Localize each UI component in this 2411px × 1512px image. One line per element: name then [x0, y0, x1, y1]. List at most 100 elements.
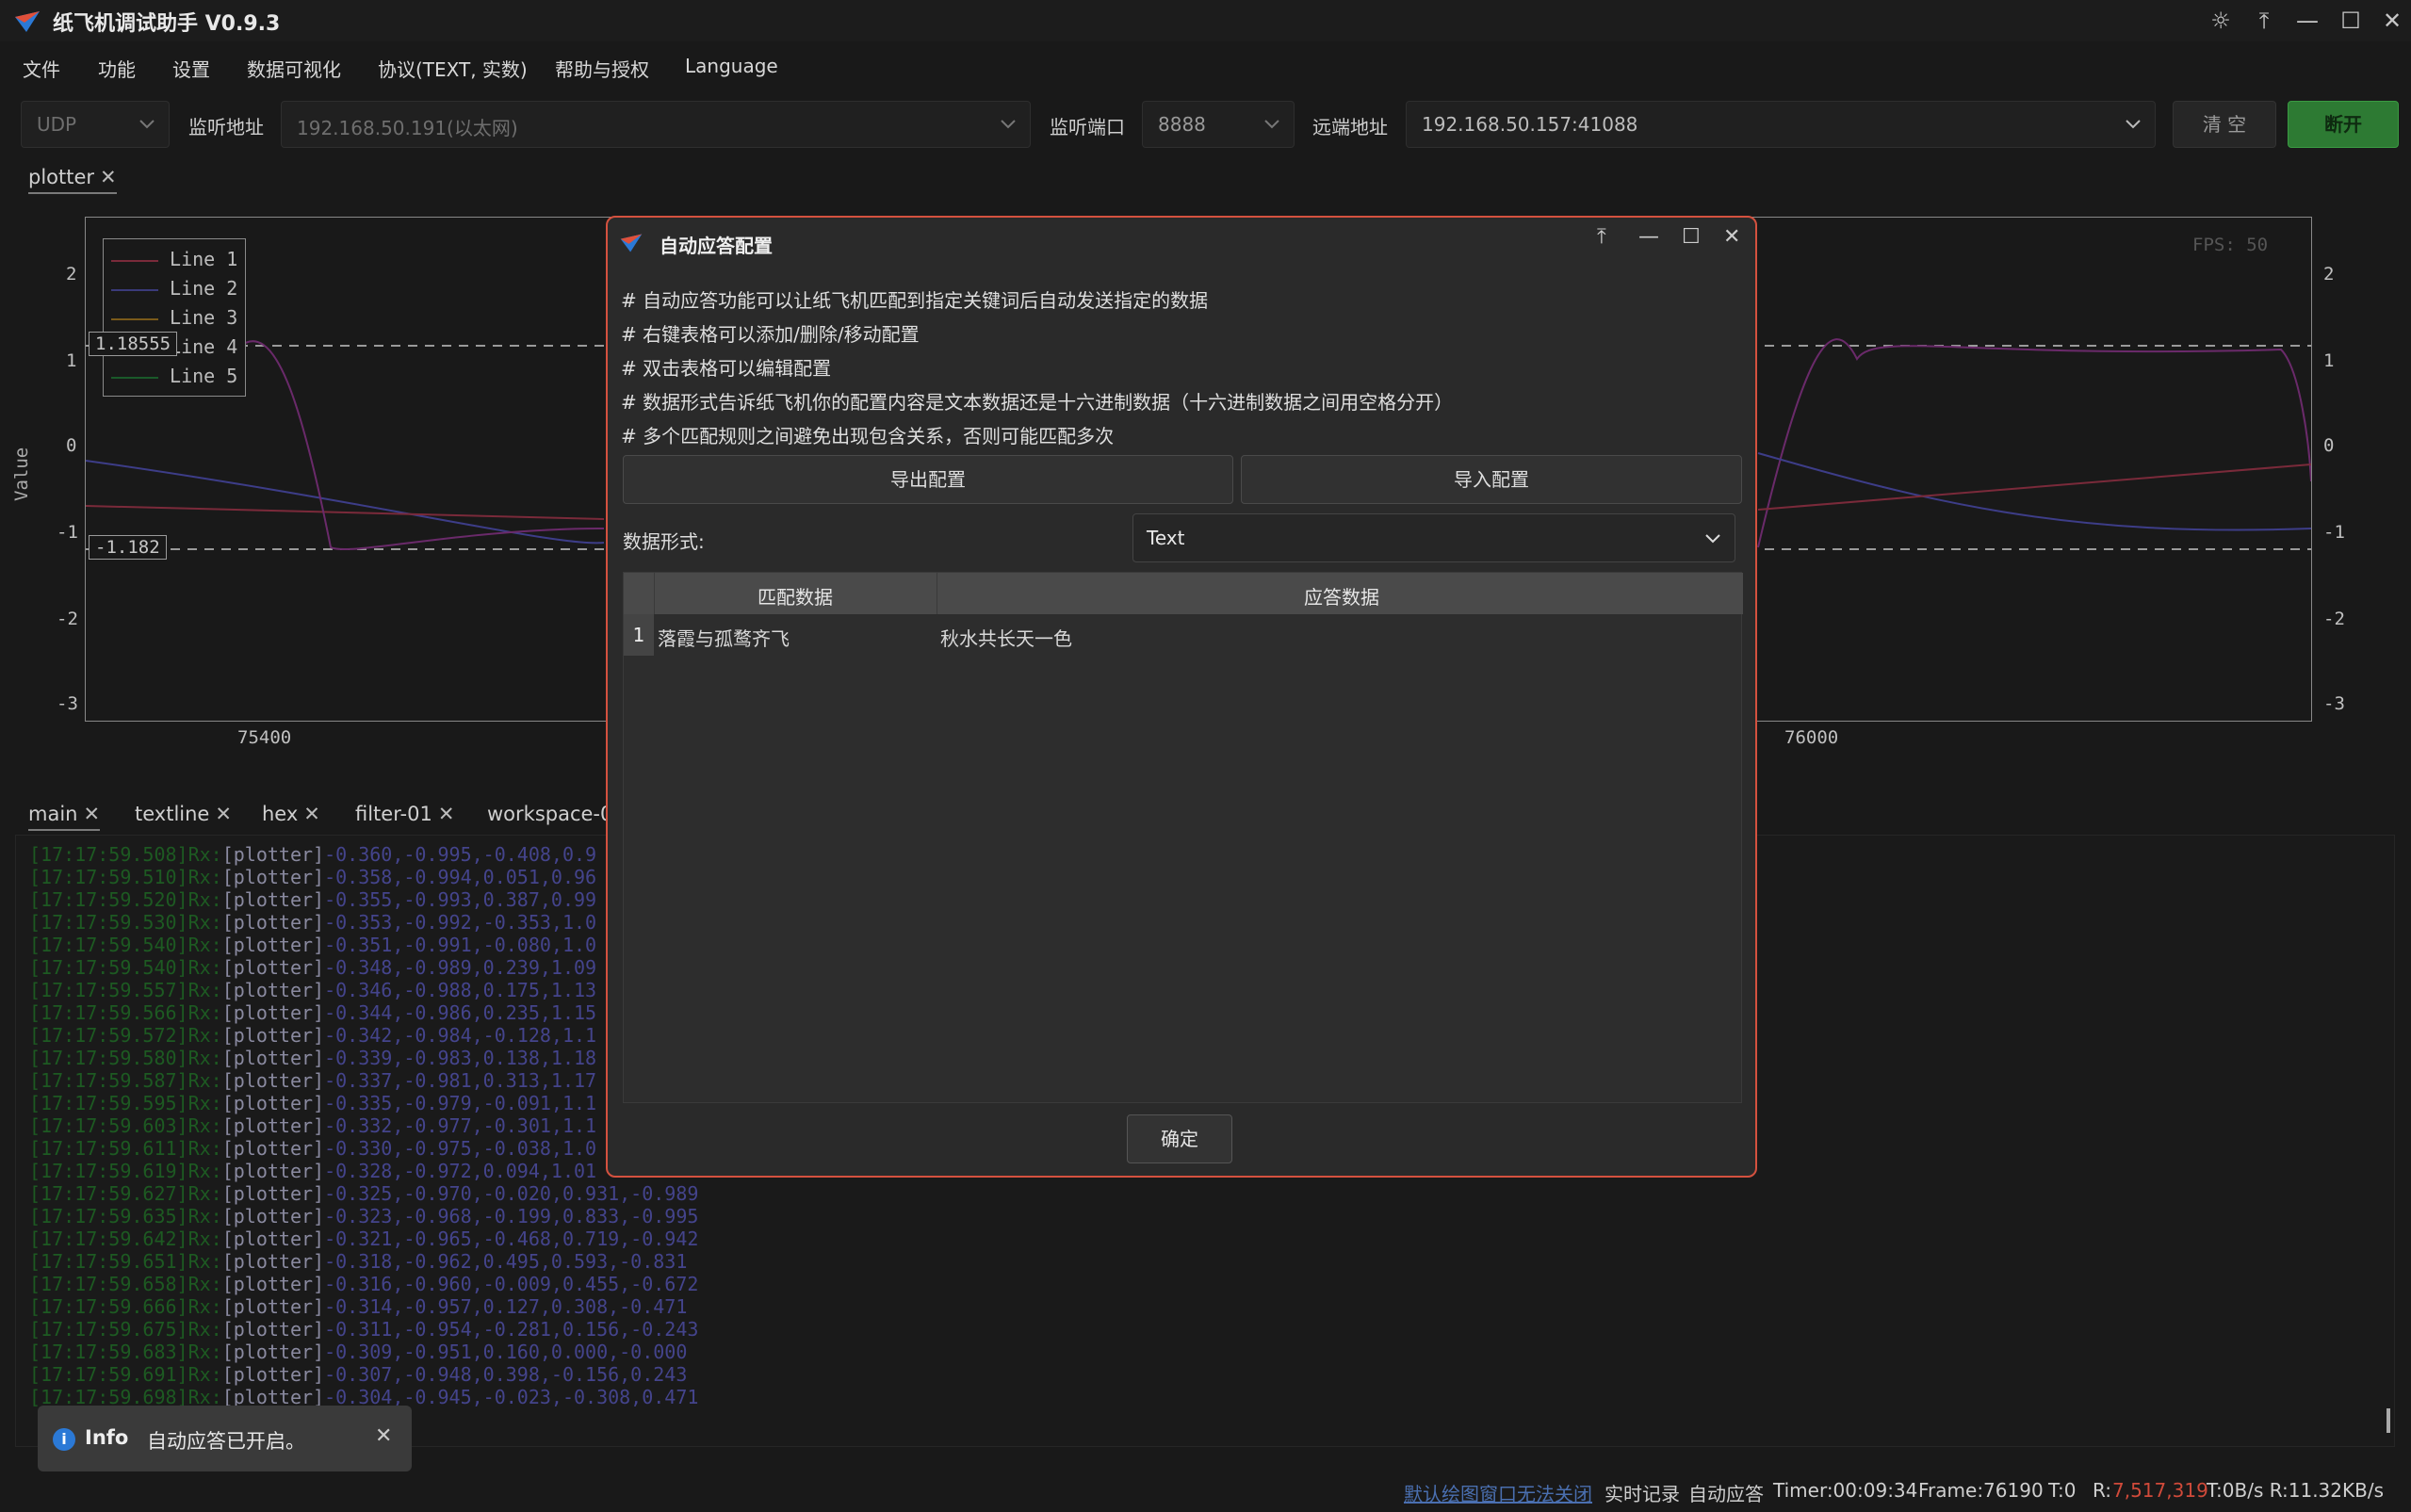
tab-textline[interactable]: textline ✕ — [135, 803, 232, 825]
close-icon[interactable]: ✕ — [375, 1424, 392, 1448]
console-timestamp: [17:17:59.520]Rx: — [29, 888, 222, 911]
close-tab-icon[interactable]: ✕ — [83, 803, 100, 825]
listen-address-label: 监听地址 — [188, 116, 264, 138]
listen-address-select[interactable]: 192.168.50.191(以太网) — [281, 101, 1031, 148]
y-tick-right: 1 — [2323, 350, 2335, 371]
console-data: -0.307,-0.948,0.398,-0.156,0.243 — [324, 1363, 688, 1386]
cell-match[interactable]: 落霞与孤鹜齐飞 — [658, 624, 790, 651]
console-timestamp: [17:17:59.603]Rx: — [29, 1114, 222, 1137]
console-tag: [plotter] — [221, 1250, 325, 1273]
status-tx: T:0 — [2048, 1479, 2077, 1502]
remote-address-select[interactable]: 192.168.50.157:41088 — [1406, 101, 2156, 148]
close-icon[interactable]: ✕ — [1723, 225, 1740, 249]
menu-protocol[interactable]: 协议(TEXT, 实数) — [378, 55, 528, 82]
y-tick-right: -2 — [2323, 609, 2345, 629]
close-icon[interactable]: ✕ — [2374, 4, 2410, 38]
console-data: -0.346,-0.988,0.175,1.13 — [324, 979, 597, 1001]
table-row[interactable]: 1 落霞与孤鹜齐飞 秋水共长天一色 — [624, 614, 1743, 656]
console-line: [17:17:59.619]Rx:[plotter]-0.328,-0.972,… — [29, 1160, 596, 1182]
y-tick-right: 2 — [2323, 264, 2335, 285]
console-data: -0.330,-0.975,-0.038,1.0 — [324, 1137, 597, 1160]
legend-item-5: Line 5 — [111, 362, 237, 391]
chevron-down-icon — [139, 120, 155, 129]
console-timestamp: [17:17:59.572]Rx: — [29, 1024, 222, 1047]
console-data: -0.318,-0.962,0.495,0.593,-0.831 — [324, 1250, 688, 1273]
console-data: -0.344,-0.986,0.235,1.15 — [324, 1001, 597, 1024]
menu-file[interactable]: 文件 — [23, 55, 60, 82]
ok-button[interactable]: 确定 — [1127, 1114, 1232, 1163]
menu-settings[interactable]: 设置 — [172, 55, 210, 82]
console-timestamp: [17:17:59.566]Rx: — [29, 1001, 222, 1024]
console-line: [17:17:59.510]Rx:[plotter]-0.358,-0.994,… — [29, 866, 596, 888]
pin-icon[interactable]: ⤒ — [1597, 225, 1606, 249]
minimize-icon[interactable]: — — [1638, 225, 1659, 249]
status-link[interactable]: 默认绘图窗口无法关闭 — [1404, 1479, 1592, 1506]
tab-workspace-01[interactable]: workspace-01 — [487, 803, 626, 825]
listen-port-select[interactable]: 8888 — [1142, 101, 1295, 148]
console-data: -0.328,-0.972,0.094,1.01 — [324, 1160, 597, 1182]
clear-button[interactable]: 清 空 — [2173, 101, 2276, 148]
status-timer: Timer:00:09:34 — [1773, 1479, 1918, 1502]
maximize-icon[interactable]: ☐ — [2333, 4, 2369, 38]
listen-port-label: 监听端口 — [1050, 116, 1125, 138]
pin-icon[interactable]: ⤒ — [2246, 4, 2282, 38]
tab-workspace-label: workspace-01 — [487, 803, 626, 825]
column-header-match[interactable]: 匹配数据 — [758, 582, 833, 610]
menu-help[interactable]: 帮助与授权 — [555, 55, 649, 82]
import-config-button[interactable]: 导入配置 — [1241, 455, 1742, 504]
data-format-select[interactable]: Text — [1132, 513, 1735, 562]
x-tick: 76000 — [1784, 727, 1839, 748]
app-title: 纸飞机调试助手 V0.9.3 — [53, 12, 281, 36]
tab-hex[interactable]: hex ✕ — [262, 803, 320, 825]
close-tab-icon[interactable]: ✕ — [303, 803, 320, 825]
console-tag: [plotter] — [221, 866, 325, 888]
chevron-down-icon — [2126, 120, 2141, 129]
info-toast: i Info 自动应答已开启。 ✕ — [38, 1406, 412, 1471]
y-tick-right: -3 — [2323, 693, 2345, 714]
status-record: 实时记录 — [1605, 1483, 1680, 1505]
close-tab-icon[interactable]: ✕ — [438, 803, 455, 825]
console-data: -0.355,-0.993,0.387,0.99 — [324, 888, 597, 911]
console-data: -0.309,-0.951,0.160,0.000,-0.000 — [324, 1341, 688, 1363]
menu-function[interactable]: 功能 — [98, 55, 136, 82]
table-header: 匹配数据 应答数据 — [624, 573, 1743, 614]
chevron-down-icon — [1264, 120, 1279, 129]
console-timestamp: [17:17:59.658]Rx: — [29, 1273, 222, 1295]
protocol-select[interactable]: UDP — [21, 101, 170, 148]
theme-icon[interactable]: ☼ — [2203, 4, 2239, 38]
maximize-icon[interactable]: ☐ — [1682, 225, 1701, 249]
menu-language[interactable]: Language — [685, 55, 778, 77]
close-tab-icon[interactable]: ✕ — [100, 166, 117, 188]
menu-visualization[interactable]: 数据可视化 — [247, 55, 341, 82]
cell-reply[interactable]: 秋水共长天一色 — [940, 624, 1072, 651]
legend-item-1: Line 1 — [111, 245, 237, 274]
export-config-button[interactable]: 导出配置 — [623, 455, 1233, 504]
console-data: -0.311,-0.954,-0.281,0.156,-0.243 — [324, 1318, 699, 1341]
column-header-reply[interactable]: 应答数据 — [1304, 582, 1379, 610]
console-tag: [plotter] — [221, 956, 325, 979]
tab-plotter[interactable]: plotter ✕ — [28, 166, 117, 194]
console-line: [17:17:59.683]Rx:[plotter]-0.309,-0.951,… — [29, 1341, 687, 1363]
close-tab-icon[interactable]: ✕ — [215, 803, 232, 825]
console-line: [17:17:59.642]Rx:[plotter]-0.321,-0.965,… — [29, 1227, 698, 1250]
tab-main[interactable]: main ✕ — [28, 803, 101, 831]
console-tag: [plotter] — [221, 1318, 325, 1341]
auto-reply-table[interactable]: 匹配数据 应答数据 1 落霞与孤鹜齐飞 秋水共长天一色 — [623, 572, 1743, 1103]
remote-address-value: 192.168.50.157:41088 — [1422, 113, 1638, 136]
tab-hex-label: hex — [262, 803, 299, 825]
y-tick: -2 — [57, 609, 78, 629]
y-tick: 2 — [66, 264, 77, 285]
data-format-value: Text — [1147, 527, 1185, 549]
console-scrollbar[interactable] — [2387, 1408, 2390, 1433]
minimize-icon[interactable]: — — [2289, 4, 2325, 38]
y-tick: -1 — [57, 522, 78, 543]
console-line: [17:17:59.675]Rx:[plotter]-0.311,-0.954,… — [29, 1318, 698, 1341]
console-data: -0.332,-0.977,-0.301,1.1 — [324, 1114, 597, 1137]
status-rx-label: R: — [2093, 1479, 2112, 1502]
disconnect-button[interactable]: 断开 — [2288, 101, 2399, 148]
tab-filter-01[interactable]: filter-01 ✕ — [355, 803, 454, 825]
console-data: -0.337,-0.981,0.313,1.17 — [324, 1069, 597, 1092]
legend-item-2: Line 2 — [111, 274, 237, 303]
console-tag: [plotter] — [221, 1273, 325, 1295]
console-line: [17:17:59.520]Rx:[plotter]-0.355,-0.993,… — [29, 888, 596, 911]
